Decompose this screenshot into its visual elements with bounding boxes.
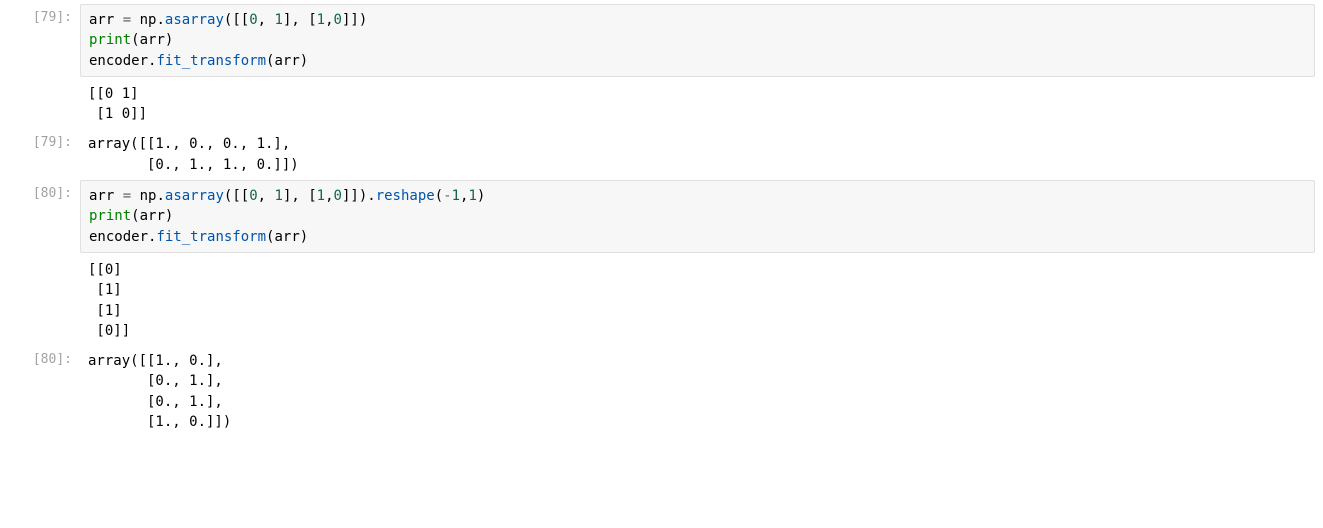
code-input[interactable]: arr = np.asarray([[0, 1], [1,0]]).reshap… <box>80 180 1315 253</box>
code-token: = <box>123 188 131 204</box>
code-token: ([[ <box>224 188 249 204</box>
code-token: , <box>325 188 333 204</box>
code-token: 0 <box>334 12 342 28</box>
code-token: arr <box>89 188 123 204</box>
code-token: (arr) <box>266 53 308 69</box>
cell: [[0] [1] [1] [0]] <box>8 255 1315 344</box>
code-token: (arr) <box>266 229 308 245</box>
code-token: print <box>89 32 131 48</box>
stdout-output: [[0] [1] [1] [0]] <box>80 255 1315 344</box>
code-token: asarray <box>165 12 224 28</box>
input-prompt: [79]: <box>8 4 80 28</box>
code-source: arr = np.asarray([[0, 1], [1,0]]).reshap… <box>89 186 1306 247</box>
code-token: 1 <box>317 188 325 204</box>
stdout-output: [[0 1] [1 0]] <box>80 79 1315 128</box>
code-token: ) <box>477 188 485 204</box>
code-token: ([[ <box>224 12 249 28</box>
code-token: 1 <box>468 188 476 204</box>
code-token: ], [ <box>283 12 317 28</box>
code-token: 0 <box>249 12 257 28</box>
cell: [[0 1] [1 0]] <box>8 79 1315 128</box>
code-token: np <box>131 188 156 204</box>
code-token: 1 <box>275 12 283 28</box>
code-token: encoder <box>89 229 148 245</box>
cell: [80]: array([[1., 0.], [0., 1.], [0., 1.]… <box>8 346 1315 435</box>
output-text: array([[1., 0.], [0., 1.], [0., 1.], [1.… <box>88 351 1307 432</box>
code-token: , <box>258 188 275 204</box>
code-token: . <box>367 188 375 204</box>
code-token: ( <box>435 188 443 204</box>
code-token: fit_transform <box>156 229 266 245</box>
code-source: arr = np.asarray([[0, 1], [1,0]]) print(… <box>89 10 1306 71</box>
code-token: , <box>258 12 275 28</box>
code-token: 0 <box>334 188 342 204</box>
input-prompt: [80]: <box>8 180 80 204</box>
code-token: fit_transform <box>156 53 266 69</box>
output-text: [[0] [1] [1] [0]] <box>88 260 1307 341</box>
output-text: array([[1., 0., 0., 1.], [0., 1., 1., 0.… <box>88 134 1307 175</box>
code-token: reshape <box>376 188 435 204</box>
code-token: 1 <box>317 12 325 28</box>
code-token: np <box>131 12 156 28</box>
code-token: asarray <box>165 188 224 204</box>
code-token: = <box>123 12 131 28</box>
cell: [79]: array([[1., 0., 0., 1.], [0., 1., 1… <box>8 129 1315 178</box>
notebook-view: [79]:arr = np.asarray([[0, 1], [1,0]]) p… <box>8 4 1315 435</box>
code-input[interactable]: arr = np.asarray([[0, 1], [1,0]]) print(… <box>80 4 1315 77</box>
result-output: array([[1., 0., 0., 1.], [0., 1., 1., 0.… <box>80 129 1315 178</box>
code-token: 1 <box>452 188 460 204</box>
code-token: . <box>156 188 164 204</box>
output-prompt: [79]: <box>8 129 80 153</box>
code-token: (arr) <box>131 32 173 48</box>
code-token: ], [ <box>283 188 317 204</box>
code-token: encoder <box>89 53 148 69</box>
output-prompt: [80]: <box>8 346 80 370</box>
code-token: print <box>89 208 131 224</box>
code-token: - <box>443 188 451 204</box>
cell: [80]:arr = np.asarray([[0, 1], [1,0]]).r… <box>8 180 1315 253</box>
output-text: [[0 1] [1 0]] <box>88 84 1307 125</box>
code-token: , <box>325 12 333 28</box>
result-output: array([[1., 0.], [0., 1.], [0., 1.], [1.… <box>80 346 1315 435</box>
cell: [79]:arr = np.asarray([[0, 1], [1,0]]) p… <box>8 4 1315 77</box>
code-token: (arr) <box>131 208 173 224</box>
code-token: ]]) <box>342 12 367 28</box>
code-token: ]]) <box>342 188 367 204</box>
code-token: . <box>156 12 164 28</box>
code-token: 0 <box>249 188 257 204</box>
code-token: 1 <box>275 188 283 204</box>
code-token: arr <box>89 12 123 28</box>
